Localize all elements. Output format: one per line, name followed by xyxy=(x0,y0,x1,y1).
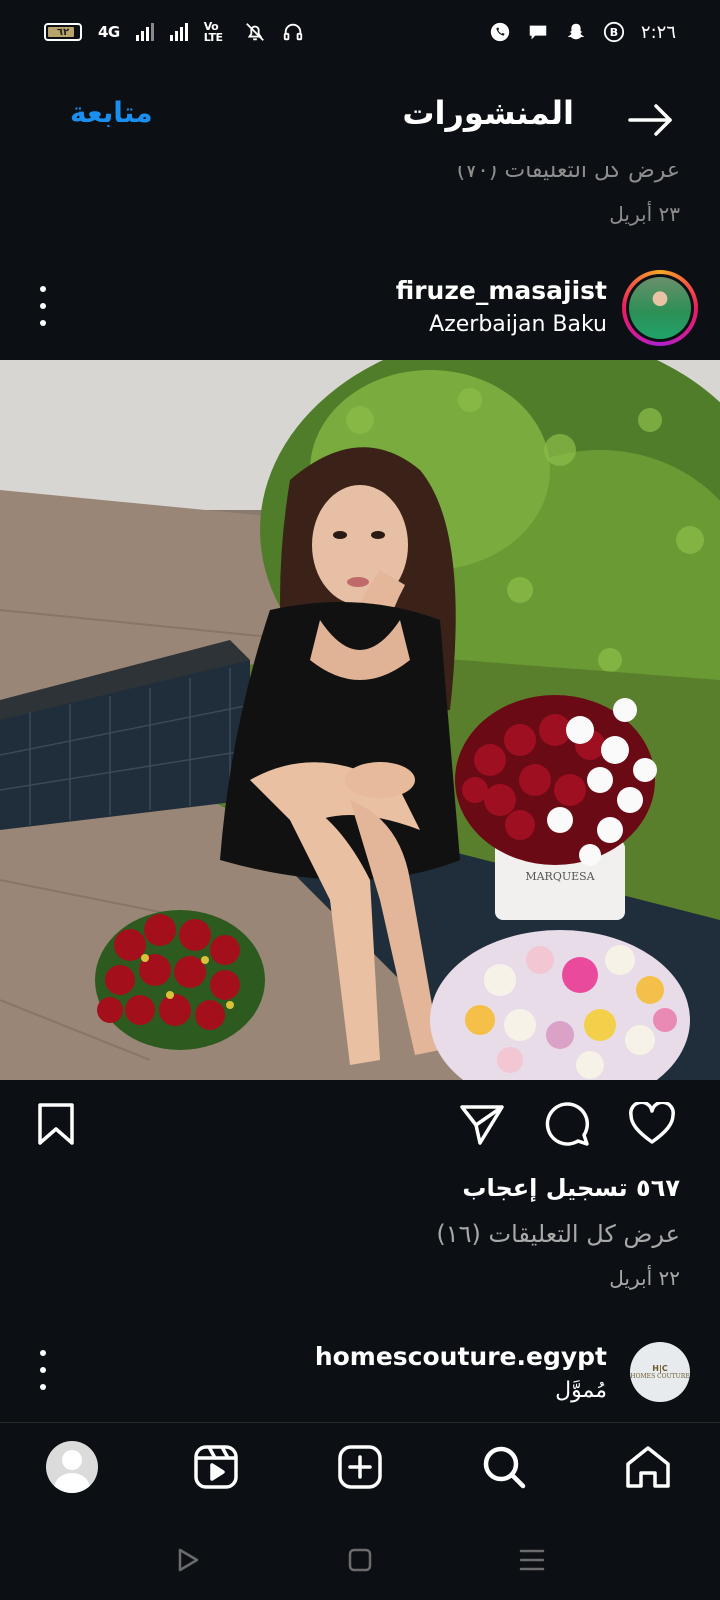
bottom-navigation xyxy=(0,1422,720,1510)
avatar-logo-text: HOMES COUTURE xyxy=(630,1373,690,1380)
system-navigation xyxy=(0,1520,720,1600)
comment-bubble-icon[interactable] xyxy=(544,1100,592,1148)
post-date: ٢٢ أبريل xyxy=(609,1266,680,1290)
nav-search[interactable] xyxy=(480,1443,528,1491)
view-all-comments-link[interactable]: عرض كل التعليقات (١٦) xyxy=(436,1220,680,1248)
headset-icon xyxy=(282,21,304,43)
b-badge-icon: B xyxy=(603,21,625,43)
post-username[interactable]: firuze_masajist xyxy=(396,276,607,305)
system-home-icon[interactable] xyxy=(344,1544,376,1576)
top-header: متابعة المنشورات xyxy=(0,70,720,170)
signal-icon xyxy=(135,23,154,41)
volte-label: Vo LTE xyxy=(203,20,223,44)
snapchat-icon xyxy=(565,21,587,43)
next-post-avatar[interactable]: H|C HOMES COUTURE xyxy=(630,1342,690,1402)
post-photo-illustration: MARQUESA xyxy=(0,360,720,1080)
avatar-logo-mark: H|C xyxy=(652,1364,668,1373)
clock: ٢:٢٦ xyxy=(640,21,676,43)
nav-reels[interactable] xyxy=(192,1443,240,1491)
system-menu-icon[interactable] xyxy=(516,1544,548,1576)
battery-icon: ٦٢ xyxy=(44,23,82,41)
nav-create[interactable] xyxy=(336,1443,384,1491)
avatar[interactable] xyxy=(622,270,698,346)
next-more-options-icon[interactable] xyxy=(34,1350,52,1390)
svg-text:B: B xyxy=(610,26,618,39)
chat-bubble-icon xyxy=(527,21,549,43)
next-post-username[interactable]: homescouture.egypt xyxy=(315,1342,607,1371)
follow-button[interactable]: متابعة xyxy=(70,96,153,129)
more-options-icon[interactable] xyxy=(34,286,52,326)
signal-icon-2 xyxy=(169,23,188,41)
share-send-icon[interactable] xyxy=(458,1100,506,1148)
back-arrow-icon[interactable] xyxy=(626,102,676,138)
home-icon xyxy=(626,1446,670,1488)
next-post-header: H|C HOMES COUTURE homescouture.egypt مُم… xyxy=(0,1340,720,1410)
previous-post-date: ٢٣ أبريل xyxy=(609,202,680,226)
save-bookmark-icon[interactable] xyxy=(32,1100,80,1148)
network-type: 4G xyxy=(98,23,120,41)
search-icon xyxy=(483,1446,526,1489)
post-actions xyxy=(0,1100,720,1150)
status-right: B ٢:٢٦ xyxy=(489,21,676,43)
likes-count[interactable]: ٥٦٧ تسجيل إعجاب xyxy=(462,1174,680,1202)
post-image[interactable]: MARQUESA xyxy=(0,360,720,1080)
system-back-icon[interactable] xyxy=(172,1544,204,1576)
whatsapp-icon xyxy=(489,21,511,43)
page-title: المنشورات xyxy=(402,94,574,132)
like-heart-icon[interactable] xyxy=(628,1100,676,1148)
box-label: MARQUESA xyxy=(525,870,595,883)
avatar-image xyxy=(629,277,691,339)
post-location[interactable]: Azerbaijan Baku xyxy=(429,312,607,337)
add-post-icon xyxy=(338,1445,382,1489)
status-left: ٦٢ 4G Vo LTE xyxy=(44,21,304,43)
sponsored-label: مُموَّل xyxy=(555,1378,607,1403)
nav-profile[interactable] xyxy=(46,1441,98,1493)
reels-icon xyxy=(194,1445,238,1489)
post-header: firuze_masajist Azerbaijan Baku xyxy=(0,268,720,352)
status-bar: ٦٢ 4G Vo LTE B ٢:٢٦ xyxy=(0,0,720,64)
battery-level: ٦٢ xyxy=(56,26,70,38)
mute-bell-icon xyxy=(244,21,266,43)
profile-avatar-icon xyxy=(46,1441,98,1493)
nav-home[interactable] xyxy=(624,1443,672,1491)
